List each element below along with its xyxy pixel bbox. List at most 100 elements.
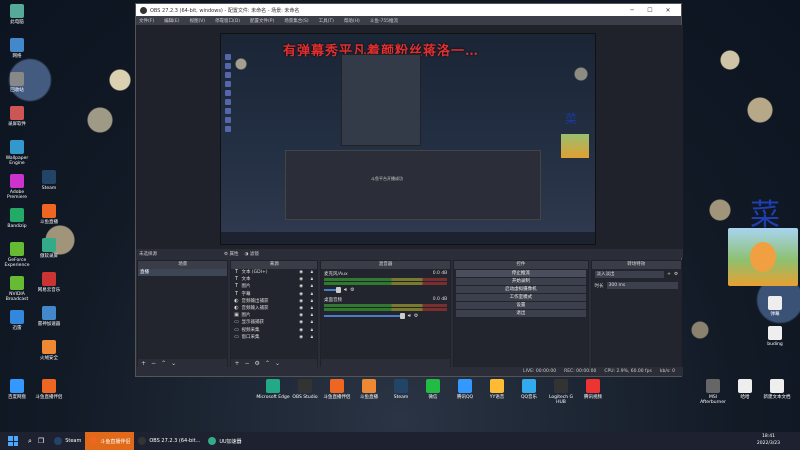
maximize-icon[interactable]: ☐ [641,7,659,14]
menu-item[interactable]: 帮助(H) [344,18,360,24]
control-button[interactable]: 停止推流 [456,270,586,277]
start-icon[interactable] [6,434,20,448]
remove-icon[interactable]: − [151,360,156,367]
lock-icon[interactable]: 🔒︎ [311,305,313,312]
desktop-icon[interactable]: Wallpaper Engine [0,140,34,166]
speaker-icon[interactable]: 🔊︎ [408,313,411,319]
desktop-icon[interactable]: OBS Studio [288,379,322,400]
eye-icon[interactable]: ◉ [299,312,303,319]
control-button[interactable]: 工作室模式 [456,294,586,301]
eye-icon[interactable]: ◉ [299,276,303,283]
source-item[interactable]: ▭ 显示器捕获 ◉ 🔒︎ [231,319,317,326]
desktop-icon[interactable]: 傲软录屏 [32,238,66,259]
add-icon[interactable]: + [141,360,146,367]
add-icon[interactable]: + [234,360,239,367]
source-item[interactable]: ◐ 音频输出捕获 ◉ 🔒︎ [231,298,317,305]
task-view-icon[interactable]: ❐ [38,437,44,445]
transition-select[interactable]: 淡入淡出 [594,271,665,278]
desktop-icon-danmu[interactable]: 弹幕 [758,296,792,317]
desktop-icon[interactable]: 火绒安全 [32,340,66,361]
close-icon[interactable]: ✕ [659,7,677,14]
eye-icon[interactable]: ◉ [299,269,303,276]
slider-handle[interactable] [399,313,405,319]
desktop-icon[interactable]: Microsoft Edge [256,379,290,400]
taskbar-app[interactable]: UU加速器 [204,432,245,450]
desktop-icon[interactable]: 斗鱼直播 [352,379,386,400]
desktop-icon[interactable]: 新建文本文档 [760,379,794,400]
clock[interactable]: 18:41 2022/3/23 [757,433,780,447]
lock-icon[interactable]: 🔒︎ [311,327,313,334]
desktop-icon[interactable]: 斗鱼直播伴侣 [320,379,354,400]
menu-item[interactable]: 场景集合(S) [284,18,308,24]
eye-icon[interactable]: ◉ [299,283,303,290]
remove-icon[interactable]: − [245,360,250,367]
desktop-icon[interactable]: 腾讯视频 [576,379,610,400]
desktop-icon[interactable]: NVIDIA Broadcast [0,276,34,302]
volume-slider[interactable] [324,313,405,319]
minimize-icon[interactable]: ─ [623,7,641,14]
desktop-icon[interactable]: 百度网盘 [0,379,34,400]
move-up-icon[interactable]: ⌃ [265,360,270,367]
source-item[interactable]: T 图片 ◉ 🔒︎ [231,283,317,290]
eye-icon[interactable]: ◉ [299,327,303,334]
gear-icon[interactable]: ⚙ [255,360,260,367]
desktop-icon-buding[interactable]: buding [758,326,792,347]
menu-item[interactable]: 文件(F) [139,18,154,24]
source-item[interactable]: T 文本 ◉ 🔒︎ [231,276,317,283]
source-item[interactable]: T 文本 (GDI+) ◉ 🔒︎ [231,269,317,276]
source-item[interactable]: ◐ 音频输入捕获 ◉ 🔒︎ [231,305,317,312]
obs-window[interactable]: OBS 27.2.3 (64-bit, windows) - 配置文件: 未命名… [135,3,683,377]
source-item[interactable]: ▭ 窗口采集 ◉ 🔒︎ [231,334,317,341]
lock-icon[interactable]: 🔒︎ [311,269,313,276]
speaker-icon[interactable]: 🔊︎ [344,287,347,293]
taskbar-app[interactable]: Steam [50,432,85,450]
filters-button[interactable]: ◑ 滤镜 [244,251,258,257]
menu-item[interactable]: 视图(V) [189,18,205,24]
duration-input[interactable]: 300 ms [606,282,678,289]
desktop-icon[interactable]: 哈哈 [728,379,762,400]
move-up-icon[interactable]: ⌃ [161,360,166,367]
gear-icon[interactable]: ⚙ [414,313,418,319]
menu-item[interactable]: 停靠窗口(D) [215,18,240,24]
taskbar-app[interactable]: OBS 27.2.3 (64-bit... [134,432,204,450]
desktop-icon[interactable]: 迅雷 [0,310,34,331]
lock-icon[interactable]: 🔒︎ [311,291,313,298]
desktop-icon[interactable]: 回收站 [0,72,34,93]
desktop-icon[interactable]: 腾讯QQ [448,379,482,400]
lock-icon[interactable]: 🔒︎ [311,312,313,319]
desktop-icon[interactable]: Steam [32,170,66,191]
scene-item[interactable]: 直播 [138,269,228,276]
properties-button[interactable]: ⚙ 属性 [224,251,238,257]
eye-icon[interactable]: ◉ [299,305,303,312]
source-item[interactable]: ▭ 视频采集 ◉ 🔒︎ [231,327,317,334]
title-bar[interactable]: OBS 27.2.3 (64-bit, windows) - 配置文件: 未命名… [136,4,681,16]
desktop-icon[interactable]: 雷神加速器 [32,306,66,327]
gear-icon[interactable]: ⚙ [350,287,354,293]
desktop-icon[interactable]: 斗鱼直播伴侣 [32,379,66,400]
slider-handle[interactable] [336,287,341,293]
menu-item[interactable]: 配置文件(P) [250,18,274,24]
taskbar-app[interactable]: 斗鱼直播伴侣 [85,432,135,450]
lock-icon[interactable]: 🔒︎ [311,276,313,283]
desktop-icon[interactable]: Steam [384,379,418,400]
preview-area[interactable]: 有弹幕秀平凡着颜粉丝蒋洛一… 斗鱼平台开播成功 菜 [136,25,683,249]
preview-canvas[interactable]: 有弹幕秀平凡着颜粉丝蒋洛一… 斗鱼平台开播成功 菜 [220,33,596,245]
add-icon[interactable]: + [667,272,671,277]
eye-icon[interactable]: ◉ [299,291,303,298]
eye-icon[interactable]: ◉ [299,298,303,305]
control-button[interactable]: 退出 [456,310,586,317]
source-item[interactable]: T 字幕 ◉ 🔒︎ [231,291,317,298]
lock-icon[interactable]: 🔒︎ [311,319,313,326]
desktop-icon[interactable]: 此电脑 [0,4,34,25]
lock-icon[interactable]: 🔒︎ [311,283,313,290]
eye-icon[interactable]: ◉ [299,319,303,326]
desktop-icon[interactable]: GeForce Experience [0,242,34,268]
desktop-icon[interactable]: MSI Afterburner [696,379,730,405]
desktop-icon[interactable]: Bandizip [0,208,34,229]
desktop-icon[interactable]: 微信 [416,379,450,400]
desktop-icon[interactable]: Logitech G HUB [544,379,578,405]
desktop-icon[interactable]: 斗鱼直播 [32,204,66,225]
control-button[interactable]: 设置 [456,302,586,309]
menu-item[interactable]: 编辑(E) [164,18,179,24]
desktop-icon[interactable]: Adobe Premiere [0,174,34,200]
